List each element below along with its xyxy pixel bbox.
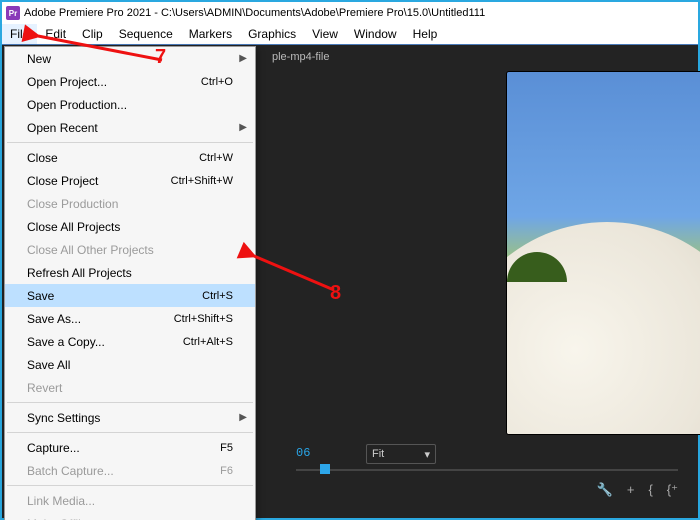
time-ruler[interactable]: [296, 466, 678, 474]
annotation-8: 8: [330, 282, 341, 305]
menu-item-shortcut: Ctrl+S: [202, 290, 233, 302]
out-point-icon[interactable]: {⁺: [667, 482, 678, 498]
menu-item-close-all-other-projects: Close All Other Projects: [5, 238, 255, 261]
menu-item-close-project[interactable]: Close Project Ctrl+Shift+W: [5, 169, 255, 192]
menu-item-label: Close Production: [27, 197, 118, 211]
menu-markers[interactable]: Markers: [181, 24, 240, 44]
menu-item-label: Refresh All Projects: [27, 266, 132, 280]
menu-item-label: Revert: [27, 381, 62, 395]
menu-item-label: Close All Projects: [27, 220, 120, 234]
menu-item-shortcut: Ctrl+Shift+S: [174, 313, 233, 325]
menu-item-shortcut: Ctrl+Alt+S: [183, 336, 233, 348]
menu-item-close-all-projects[interactable]: Close All Projects: [5, 215, 255, 238]
wrench-icon[interactable]: 🔧: [597, 482, 613, 498]
menu-item-save[interactable]: Save Ctrl+S: [5, 284, 255, 307]
menu-item-label: Capture...: [27, 441, 80, 455]
menu-item-shortcut: Ctrl+Shift+W: [171, 175, 233, 187]
menu-item-label: Batch Capture...: [27, 464, 114, 478]
menu-item-sync-settings[interactable]: Sync Settings ▶: [5, 406, 255, 429]
menu-item-label: Open Production...: [27, 98, 127, 112]
playhead-icon[interactable]: [320, 464, 330, 474]
menu-graphics[interactable]: Graphics: [240, 24, 304, 44]
menu-separator: [7, 432, 253, 433]
menu-item-label: Close Project: [27, 174, 98, 188]
chevron-right-icon: ▶: [239, 53, 247, 64]
menu-item-shortcut: Ctrl+W: [199, 152, 233, 164]
program-controls: 06 Fit ▾ 🔧 + { {⁺: [262, 446, 690, 506]
menu-item-make-offline: Make Offline...: [5, 512, 255, 520]
chevron-right-icon: ▶: [239, 412, 247, 423]
arrow-7: [32, 30, 172, 73]
menu-item-close-production: Close Production: [5, 192, 255, 215]
fit-dropdown[interactable]: Fit ▾: [366, 444, 436, 464]
menu-item-shortcut: F5: [220, 442, 233, 454]
menu-item-batch-capture: Batch Capture... F6: [5, 459, 255, 482]
menu-item-label: Close All Other Projects: [27, 243, 154, 257]
menu-item-label: Save a Copy...: [27, 335, 105, 349]
menu-item-capture[interactable]: Capture... F5: [5, 436, 255, 459]
menu-item-label: Make Offline...: [27, 517, 104, 520]
menu-item-label: Sync Settings: [27, 411, 100, 425]
file-menu-dropdown: New▶Open Project...Ctrl+OOpen Production…: [4, 46, 256, 520]
menu-separator: [7, 485, 253, 486]
chevron-right-icon: ▶: [239, 122, 247, 133]
menu-item-open-production[interactable]: Open Production...: [5, 93, 255, 116]
menu-item-link-media: Link Media...: [5, 489, 255, 512]
menu-item-label: Open Project...: [27, 75, 107, 89]
titlebar: Pr Adobe Premiere Pro 2021 - C:\Users\AD…: [2, 2, 698, 24]
chevron-down-icon: ▾: [424, 448, 430, 461]
window-title: Adobe Premiere Pro 2021 - C:\Users\ADMIN…: [24, 7, 485, 19]
menu-help[interactable]: Help: [405, 24, 446, 44]
menu-item-shortcut: Ctrl+O: [201, 76, 233, 88]
menu-item-label: Save All: [27, 358, 70, 372]
menu-item-label: Open Recent: [27, 121, 98, 135]
menu-item-label: Save As...: [27, 312, 81, 326]
menu-item-save-all[interactable]: Save All: [5, 353, 255, 376]
menu-item-open-recent[interactable]: Open Recent ▶: [5, 116, 255, 139]
program-tab[interactable]: ple-mp4-file: [262, 46, 339, 68]
add-marker-icon[interactable]: +: [627, 482, 635, 498]
menu-item-label: Close: [27, 151, 58, 165]
menu-item-label: Link Media...: [27, 494, 95, 508]
timecode[interactable]: 06: [296, 446, 310, 460]
video-frame[interactable]: [507, 72, 700, 434]
menu-item-close[interactable]: Close Ctrl+W: [5, 146, 255, 169]
menu-item-shortcut: F6: [220, 465, 233, 477]
menu-item-refresh-all-projects[interactable]: Refresh All Projects: [5, 261, 255, 284]
menu-item-revert: Revert: [5, 376, 255, 399]
menu-item-open-project[interactable]: Open Project... Ctrl+O: [5, 70, 255, 93]
in-point-icon[interactable]: {: [648, 482, 652, 498]
fit-label: Fit: [372, 448, 384, 460]
menu-view[interactable]: View: [304, 24, 346, 44]
menu-separator: [7, 142, 253, 143]
menu-separator: [7, 402, 253, 403]
annotation-7: 7: [155, 46, 166, 69]
menu-item-label: Save: [27, 289, 54, 303]
app-icon: Pr: [6, 6, 20, 20]
menu-item-save-a-copy[interactable]: Save a Copy... Ctrl+Alt+S: [5, 330, 255, 353]
menu-window[interactable]: Window: [346, 24, 405, 44]
menu-item-save-as[interactable]: Save As... Ctrl+Shift+S: [5, 307, 255, 330]
